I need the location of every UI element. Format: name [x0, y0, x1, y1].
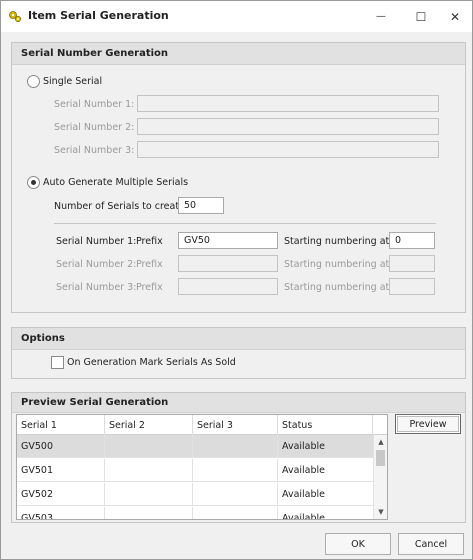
single-serial-radio[interactable] [27, 75, 40, 88]
cell-serial-3 [193, 459, 278, 482]
cell-serial-1: GV500 [17, 435, 105, 458]
serial-generation-title: Serial Number Generation [21, 48, 169, 59]
preview-title: Preview Serial Generation [21, 397, 169, 408]
serial-generation-header: Serial Number Generation [12, 43, 465, 65]
scroll-thumb[interactable] [376, 450, 385, 466]
auto-serial-2-prefix-input[interactable] [178, 255, 278, 272]
preview-grid[interactable]: Serial 1 Serial 2 Serial 3 Status GV500 … [16, 414, 388, 520]
grid-vertical-scrollbar[interactable]: ▲ ▼ [373, 435, 387, 519]
auto-serial-1-prefix-label: Prefix [136, 236, 163, 247]
auto-serial-2-start-label: Starting numbering at [284, 259, 390, 270]
single-serial-2-input[interactable] [137, 118, 439, 135]
auto-generate-radio[interactable] [27, 176, 40, 189]
cell-serial-2 [105, 435, 193, 458]
table-row[interactable]: GV500 Available [17, 435, 373, 458]
column-header-serial-3[interactable]: Serial 3 [193, 415, 278, 435]
maximize-icon: ☐ [415, 9, 427, 24]
cell-serial-1: GV501 [17, 459, 105, 482]
auto-serial-3-label: Serial Number 3: [56, 282, 137, 293]
preview-header: Preview Serial Generation [12, 393, 465, 413]
table-row[interactable]: GV501 Available [17, 459, 373, 482]
close-icon: ✕ [449, 9, 461, 24]
cell-serial-2 [105, 483, 193, 506]
cell-serial-2 [105, 507, 193, 519]
mark-sold-checkbox[interactable] [51, 356, 64, 369]
cell-status: Available [282, 441, 326, 452]
app-gears-icon [9, 11, 21, 22]
column-header-status[interactable]: Status [278, 415, 373, 435]
auto-serial-1-prefix-input[interactable]: GV50 [178, 232, 278, 249]
minimize-icon: — [376, 11, 386, 22]
grid-corner [373, 415, 387, 435]
auto-serial-3-start-label: Starting numbering at [284, 282, 390, 293]
auto-generate-label: Auto Generate Multiple Serials [43, 177, 189, 188]
auto-serial-2-label: Serial Number 2: [56, 259, 137, 270]
grid-header: Serial 1 Serial 2 Serial 3 Status [17, 415, 373, 435]
auto-serial-1-start-input[interactable]: 0 [389, 232, 435, 249]
auto-serial-2-prefix-label: Prefix [136, 259, 163, 270]
window-title: Item Serial Generation [28, 9, 169, 22]
serial-count-label: Number of Serials to create [54, 201, 185, 212]
auto-serial-3-prefix-label: Prefix [136, 282, 163, 293]
single-serial-1-input[interactable] [137, 95, 439, 112]
auto-serial-2-start-input[interactable] [389, 255, 435, 272]
serial-generation-group: Serial Number Generation Single Serial S… [11, 42, 466, 313]
minimize-button[interactable]: — [363, 1, 399, 32]
cell-serial-1: GV502 [17, 483, 105, 506]
cell-serial-1: GV503 [17, 507, 105, 519]
ok-button[interactable]: OK [325, 533, 391, 555]
auto-serial-3-start-input[interactable] [389, 278, 435, 295]
options-group: Options On Generation Mark Serials As So… [11, 327, 466, 379]
single-serial-3-input[interactable] [137, 141, 439, 158]
cell-status: Available [282, 489, 326, 500]
auto-serial-3-prefix-input[interactable] [178, 278, 278, 295]
auto-generate-separator [54, 223, 436, 224]
cell-serial-3 [193, 483, 278, 506]
auto-serial-1-start-label: Starting numbering at [284, 236, 390, 247]
table-row[interactable]: GV503 Available [17, 507, 373, 520]
serial-count-input[interactable]: 50 [178, 197, 224, 214]
scroll-up-icon[interactable]: ▲ [374, 435, 387, 449]
cell-serial-3 [193, 435, 278, 458]
single-serial-label: Single Serial [43, 76, 103, 87]
options-header: Options [12, 328, 465, 350]
column-header-serial-1[interactable]: Serial 1 [17, 415, 105, 435]
column-header-serial-2[interactable]: Serial 2 [105, 415, 193, 435]
maximize-button[interactable]: ☐ [403, 1, 439, 32]
auto-serial-1-label: Serial Number 1: [56, 236, 137, 247]
close-button[interactable]: ✕ [437, 1, 473, 32]
single-serial-1-label: Serial Number 1: [54, 99, 135, 110]
single-serial-2-label: Serial Number 2: [54, 122, 135, 133]
mark-sold-label: On Generation Mark Serials As Sold [67, 357, 236, 368]
cell-serial-2 [105, 459, 193, 482]
single-serial-3-label: Serial Number 3: [54, 145, 135, 156]
options-title: Options [21, 333, 65, 344]
title-bar: Item Serial Generation — ☐ ✕ [1, 1, 472, 32]
preview-button[interactable]: Preview [395, 414, 461, 434]
item-serial-generation-window: Item Serial Generation — ☐ ✕ Serial Numb… [0, 0, 473, 560]
cell-status: Available [282, 513, 326, 520]
cancel-button[interactable]: Cancel [398, 533, 464, 555]
table-row[interactable]: GV502 Available [17, 483, 373, 506]
cell-status: Available [282, 465, 326, 476]
scroll-down-icon[interactable]: ▼ [374, 505, 387, 519]
cell-serial-3 [193, 507, 278, 519]
